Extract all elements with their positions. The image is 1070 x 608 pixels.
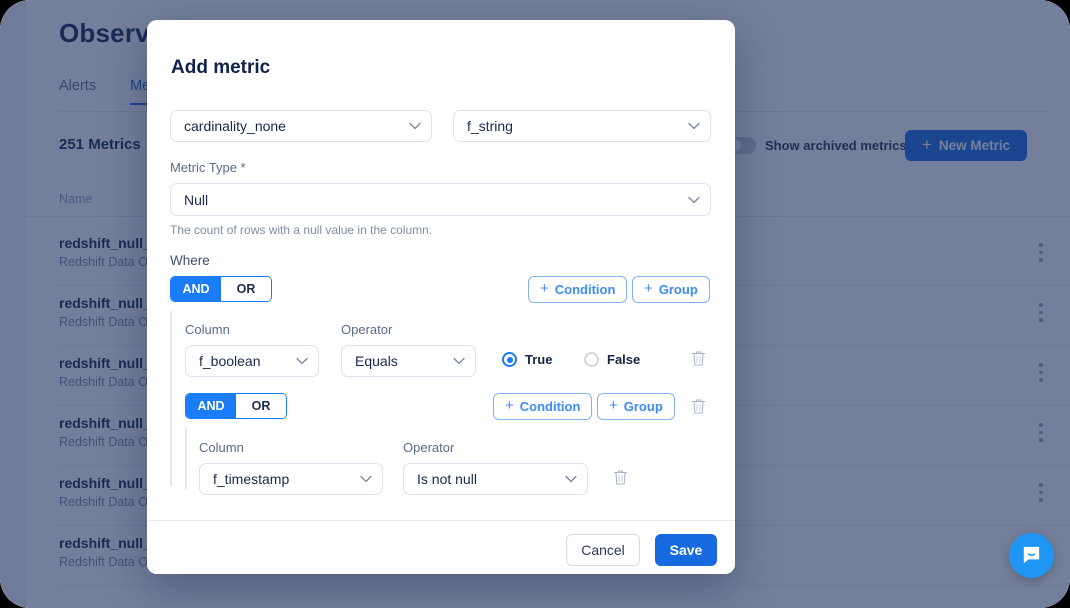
plus-icon: + [644,280,653,297]
plus-icon: + [540,280,549,297]
dataset-select-value: cardinality_none [184,118,286,134]
radio-false-icon [584,352,599,367]
radio-true-icon [502,352,517,367]
delete-condition-2-icon[interactable] [613,469,628,486]
group-and-option[interactable]: AND [186,394,236,418]
group-or-option[interactable]: OR [236,394,286,418]
where-root-and-option[interactable]: AND [171,277,221,301]
add-group-label: Group [658,282,698,297]
chevron-down-icon [688,122,700,130]
chevron-down-icon [688,196,700,203]
condition-1-value-true[interactable]: True [502,352,552,367]
chevron-down-icon [453,357,465,365]
metric-type-label: Metric Type * [170,160,246,175]
column-select[interactable]: f_string [453,110,711,142]
chevron-down-icon [409,122,421,130]
add-condition-label: Condition [519,399,581,414]
condition-2-column-value: f_timestamp [213,471,290,487]
chevron-down-icon [565,475,577,483]
where-root-or-option[interactable]: OR [221,277,271,301]
condition-2-operator-value: Is not null [417,471,477,487]
where-label: Where [170,253,210,268]
metric-type-value: Null [184,191,209,208]
condition-1-column-value: f_boolean [199,353,261,369]
app-root: Observability Alerts Metrics 251 Metrics… [0,0,1070,608]
condition-2-column-label: Column [199,440,244,455]
condition-1-operator-value: Equals [355,353,398,369]
nested-group-guide-line [185,427,187,489]
chevron-down-icon [360,475,372,483]
add-condition-button-group[interactable]: + Condition [493,393,593,420]
chat-bubble-icon[interactable] [1009,533,1054,578]
column-select-value: f_string [467,118,513,134]
plus-icon: + [609,397,618,414]
add-condition-button-root[interactable]: + Condition [528,276,628,303]
condition-1-operator-label: Operator [341,322,393,337]
group-guide-line [170,311,172,486]
add-metric-modal: Add metric cardinality_none f_string Met… [147,20,735,574]
add-condition-label: Condition [554,282,616,297]
group-andor-toggle[interactable]: AND OR [185,393,287,419]
delete-group-icon[interactable] [691,398,706,415]
chevron-down-icon [296,357,308,365]
where-root-andor-toggle[interactable]: AND OR [170,276,272,302]
add-group-button-group[interactable]: + Group [597,393,675,420]
condition-1-column-label: Column [185,322,230,337]
metric-type-help: The count of rows with a null value in t… [170,223,433,237]
modal-title: Add metric [171,57,271,78]
delete-condition-1-icon[interactable] [691,350,706,367]
add-group-button-root[interactable]: + Group [632,276,710,303]
condition-1-column-select[interactable]: f_boolean [185,345,319,377]
condition-1-true-label: True [525,352,553,367]
cancel-button[interactable]: Cancel [566,534,640,566]
add-group-label: Group [623,399,663,414]
dataset-select[interactable]: cardinality_none [170,110,432,142]
condition-2-operator-select[interactable]: Is not null [403,463,588,495]
condition-1-false-label: False [607,352,641,367]
plus-icon: + [505,397,514,414]
modal-footer: Cancel Save [147,520,735,574]
condition-1-value-false[interactable]: False [584,352,640,367]
modal-body: cardinality_none f_string Metric Type * … [147,96,735,520]
save-button[interactable]: Save [655,534,717,566]
condition-2-operator-label: Operator [403,440,455,455]
condition-1-operator-select[interactable]: Equals [341,345,476,377]
condition-2-column-select[interactable]: f_timestamp [199,463,383,495]
metric-type-select[interactable]: Null [170,183,711,216]
